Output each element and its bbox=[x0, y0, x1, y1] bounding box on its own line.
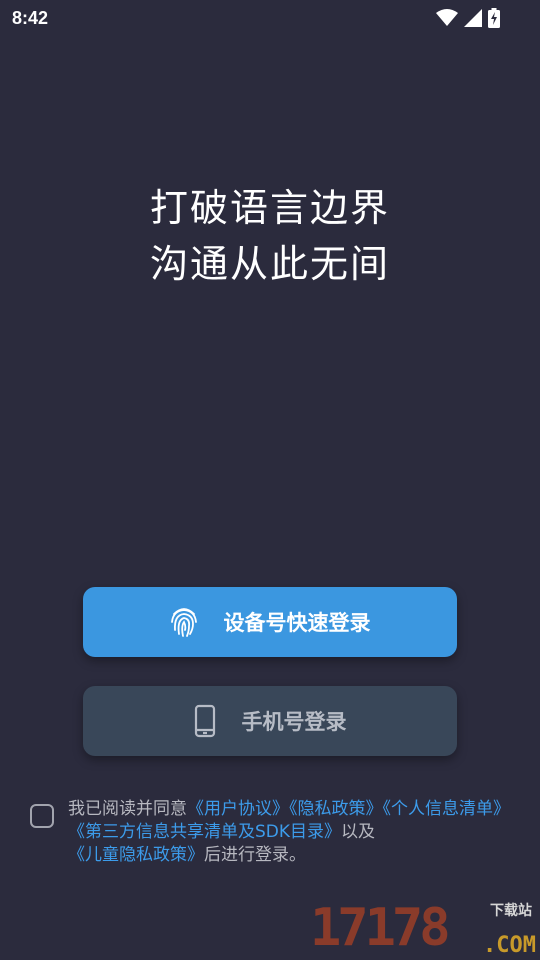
status-time: 8:42 bbox=[12, 8, 49, 28]
agreement-prefix: 我已阅读并同意 bbox=[68, 799, 187, 819]
slogan: 打破语言边界 沟通从此无间 bbox=[0, 180, 540, 292]
agreement-suffix: 后进行登录。 bbox=[204, 845, 306, 865]
agreement-text: 我已阅读并同意《用户协议》《隐私政策》《个人信息清单》《第三方信息共享清单及SD… bbox=[68, 798, 510, 867]
wifi-icon bbox=[436, 9, 458, 26]
user-agreement-link[interactable]: 《用户协议》 bbox=[187, 799, 289, 819]
agreement-connector: 以及 bbox=[341, 822, 376, 842]
agreement-checkbox[interactable] bbox=[30, 804, 54, 828]
phone-login-label: 手机号登录 bbox=[241, 710, 347, 734]
agreement: 我已阅读并同意《用户协议》《隐私政策》《个人信息清单》《第三方信息共享清单及SD… bbox=[30, 798, 510, 867]
children-privacy-link[interactable]: 《儿童隐私政策》 bbox=[68, 845, 204, 865]
status-icons bbox=[436, 8, 500, 28]
watermark-logo: 17178 下载站 .COM bbox=[310, 898, 536, 960]
watermark-domain: .COM bbox=[483, 933, 536, 958]
slogan-line-1: 打破语言边界 bbox=[149, 186, 390, 230]
third-party-list-link[interactable]: 《第三方信息共享清单及SDK目录》 bbox=[68, 822, 341, 842]
personal-info-list-link[interactable]: 《个人信息清单》 bbox=[383, 799, 511, 819]
watermark-tag: 下载站 bbox=[490, 903, 532, 919]
smartphone-icon bbox=[194, 704, 215, 738]
device-login-label: 设备号快速登录 bbox=[223, 611, 371, 635]
watermark-number: 17178 bbox=[310, 898, 451, 958]
battery-icon bbox=[488, 8, 500, 28]
privacy-policy-link[interactable]: 《隐私政策》 bbox=[289, 799, 383, 819]
phone-login-button[interactable]: 手机号登录 bbox=[83, 686, 457, 756]
status-bar: 8:42 bbox=[0, 0, 540, 36]
slogan-line-2: 沟通从此无间 bbox=[149, 242, 390, 286]
device-login-button[interactable]: 设备号快速登录 bbox=[83, 587, 457, 657]
signal-icon bbox=[464, 9, 482, 27]
fingerprint-icon bbox=[170, 608, 197, 637]
